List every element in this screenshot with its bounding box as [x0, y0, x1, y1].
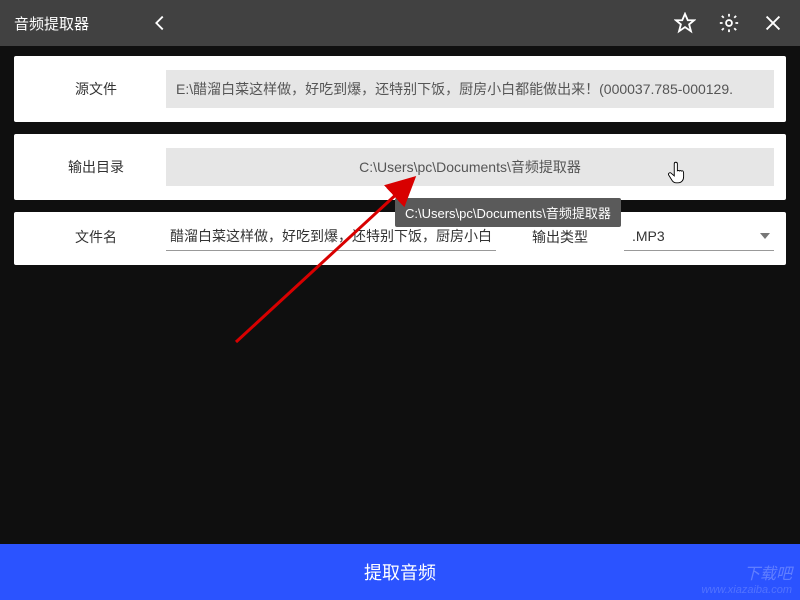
output-type-label: 输出类型 — [520, 227, 600, 247]
chevron-down-icon — [760, 233, 770, 239]
output-type-value: .MP3 — [632, 228, 665, 244]
output-type-select[interactable]: .MP3 — [624, 222, 774, 251]
settings-button[interactable] — [716, 10, 742, 36]
content-area: 源文件 E:\醋溜白菜这样做，好吃到爆，还特别下饭，厨房小白都能做出来！(000… — [0, 46, 800, 265]
extract-audio-button[interactable]: 提取音频 — [0, 544, 800, 600]
app-title: 音频提取器 — [14, 13, 89, 34]
gear-icon — [718, 12, 740, 34]
back-button[interactable] — [147, 10, 173, 36]
source-file-panel: 源文件 E:\醋溜白菜这样做，好吃到爆，还特别下饭，厨房小白都能做出来！(000… — [14, 56, 786, 122]
output-dir-panel: 输出目录 C:\Users\pc\Documents\音频提取器 — [14, 134, 786, 200]
source-file-field[interactable]: E:\醋溜白菜这样做，好吃到爆，还特别下饭，厨房小白都能做出来！(000037.… — [166, 70, 774, 108]
close-button[interactable] — [760, 10, 786, 36]
chevron-left-icon — [149, 12, 171, 34]
titlebar: 音频提取器 — [0, 0, 800, 46]
favorite-button[interactable] — [672, 10, 698, 36]
star-icon — [674, 12, 696, 34]
close-icon — [762, 12, 784, 34]
output-dir-tooltip: C:\Users\pc\Documents\音频提取器 — [395, 198, 621, 227]
extract-audio-label: 提取音频 — [364, 559, 436, 585]
source-file-label: 源文件 — [26, 79, 166, 99]
output-dir-field[interactable]: C:\Users\pc\Documents\音频提取器 — [166, 148, 774, 186]
filename-label: 文件名 — [26, 227, 166, 247]
output-dir-label: 输出目录 — [26, 157, 166, 177]
